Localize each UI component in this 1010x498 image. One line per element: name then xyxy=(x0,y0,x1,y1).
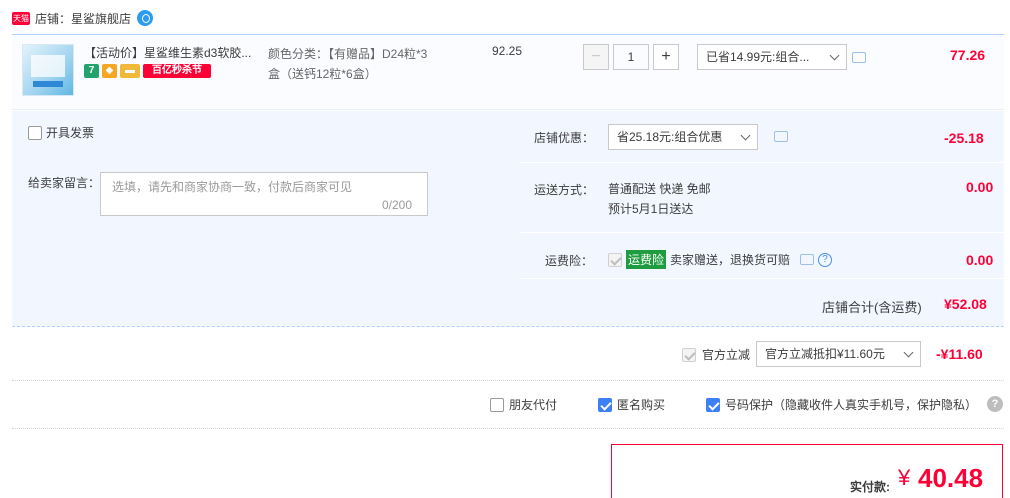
invoice-label: 开具发票 xyxy=(46,126,95,140)
payment-label: 实付款: xyxy=(850,480,890,494)
order-options-panel xyxy=(12,111,1004,327)
insurance-checkbox xyxy=(608,252,622,267)
store-prefix: 店铺： xyxy=(35,11,72,26)
service-icons: 7 ◆ ▬ 百亿秒杀节 xyxy=(84,64,211,78)
message-count: 0/200 xyxy=(382,198,413,212)
divider xyxy=(12,380,1004,381)
store-discount-select[interactable]: 省25.18元:组合优惠 xyxy=(608,124,758,150)
official-discount-option: 官方立减 xyxy=(682,346,750,363)
increase-button[interactable]: + xyxy=(653,44,679,70)
store-total-amount: ¥52.08 xyxy=(944,296,987,312)
chevron-down-icon xyxy=(903,347,914,358)
store-discount-amount: -25.18 xyxy=(944,130,984,146)
store-header: 天猫 店铺： 星鲨旗舰店 xyxy=(12,8,154,28)
seven-day-return-icon[interactable]: 7 xyxy=(84,64,99,78)
variant-line: 颜色分类：【有赠品】D24粒*3 xyxy=(268,47,428,61)
chevron-down-icon xyxy=(740,130,751,141)
official-discount-amount: -¥11.60 xyxy=(936,346,983,362)
shipping-label: 运送方式： xyxy=(534,183,595,197)
official-discount-label: 官方立减 xyxy=(702,348,751,362)
variant-info: 颜色分类：【有赠品】D24粒*3 盒（送钙12粒*6盒） xyxy=(268,44,458,84)
payment-amount: 40.48 xyxy=(918,463,984,493)
number-protect-label: 号码保护（隐藏收件人真实手机号，保护隐私） xyxy=(725,398,978,412)
number-protect-checkbox[interactable] xyxy=(706,397,720,412)
divider xyxy=(520,232,1004,233)
product-thumbnail[interactable] xyxy=(22,44,74,96)
comment-icon[interactable] xyxy=(800,254,815,265)
decrease-button[interactable]: − xyxy=(583,44,609,70)
shipping-eta: 预计5月1日送达 xyxy=(608,202,694,216)
divider xyxy=(520,278,1004,279)
comment-icon[interactable] xyxy=(774,131,788,142)
invoice-option[interactable]: 开具发票 xyxy=(28,124,94,141)
insurance-desc: 卖家赠送，退换货可赔 xyxy=(670,253,791,267)
help-icon[interactable]: ? xyxy=(987,396,1003,412)
shipping-method: 普通配送 快递 免邮 xyxy=(608,182,711,196)
comment-icon[interactable] xyxy=(852,52,866,63)
quantity-input[interactable]: 1 xyxy=(613,44,649,70)
store-discount-label: 店铺优惠： xyxy=(534,131,595,145)
item-discount-value: 已省14.99元:组合... xyxy=(706,50,810,64)
credit-card-icon[interactable]: ▬ xyxy=(120,64,140,78)
product-title-link[interactable]: 【活动价】星鲨维生素d3软胶... xyxy=(84,44,251,61)
wangwang-chat-icon[interactable] xyxy=(137,10,154,26)
message-label: 给卖家留言： xyxy=(28,176,101,190)
anonymous-label: 匿名购买 xyxy=(617,398,666,412)
friend-pay-checkbox[interactable] xyxy=(490,397,504,412)
insurance-amount: 0.00 xyxy=(966,252,994,268)
invoice-checkbox[interactable] xyxy=(28,125,42,140)
payment-currency: ¥ xyxy=(898,465,911,490)
anonymous-checkbox[interactable] xyxy=(598,397,612,412)
divider xyxy=(520,162,1004,163)
promo-tag[interactable]: 百亿秒杀节 xyxy=(143,64,211,78)
variant-line: 盒（送钙12粒*6盒） xyxy=(268,67,377,81)
divider xyxy=(12,428,1004,429)
store-discount-value: 省25.18元:组合优惠 xyxy=(617,130,723,144)
store-name-link[interactable]: 星鲨旗舰店 xyxy=(71,10,131,27)
item-subtotal: 77.26 xyxy=(950,47,986,63)
store-total-label: 店铺合计(含运费) xyxy=(822,300,922,315)
guarantee-icon[interactable]: ◆ xyxy=(102,64,117,78)
official-discount-value: 官方立减抵扣¥11.60元 xyxy=(765,347,885,361)
item-discount-select[interactable]: 已省14.99元:组合... xyxy=(697,44,847,70)
unit-price: 92.25 xyxy=(492,44,523,58)
chevron-down-icon xyxy=(829,50,840,61)
insurance-option: 运费险 卖家赠送，退换货可赔 ? xyxy=(608,250,833,269)
insurance-tag: 运费险 xyxy=(626,250,667,269)
number-protect-option[interactable]: 号码保护（隐藏收件人真实手机号，保护隐私） xyxy=(706,396,977,413)
message-placeholder: 选填，请先和商家协商一致，付款后商家可见 xyxy=(112,180,353,194)
friend-pay-option[interactable]: 朋友代付 xyxy=(490,396,557,413)
question-icon[interactable]: ? xyxy=(818,252,833,267)
quantity-stepper: − 1 + xyxy=(583,44,679,70)
official-discount-checkbox xyxy=(682,347,696,362)
anonymous-option[interactable]: 匿名购买 xyxy=(598,396,665,413)
official-discount-select[interactable]: 官方立减抵扣¥11.60元 xyxy=(756,341,921,367)
friend-pay-label: 朋友代付 xyxy=(509,398,558,412)
tmall-icon: 天猫 xyxy=(12,11,30,25)
insurance-label: 运费险： xyxy=(545,254,594,268)
shipping-amount: 0.00 xyxy=(966,179,994,195)
